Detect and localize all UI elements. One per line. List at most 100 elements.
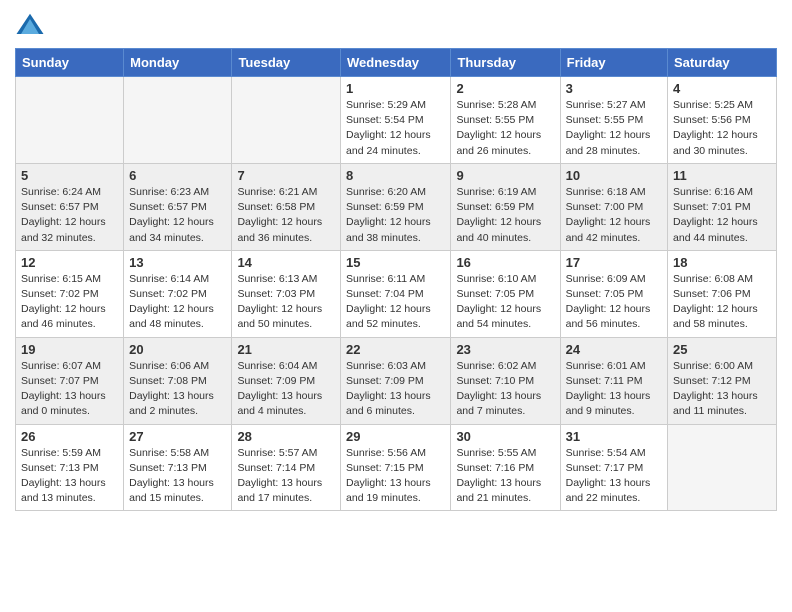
day-number: 13 [129, 255, 226, 270]
day-info: Sunrise: 6:03 AM Sunset: 7:09 PM Dayligh… [346, 359, 445, 420]
calendar-cell: 13 Sunrise: 6:14 AM Sunset: 7:02 PM Dayli… [124, 250, 232, 337]
calendar-cell: 31 Sunrise: 5:54 AM Sunset: 7:17 PM Dayli… [560, 424, 667, 511]
day-info: Sunrise: 5:57 AM Sunset: 7:14 PM Dayligh… [237, 446, 335, 507]
day-info: Sunrise: 6:00 AM Sunset: 7:12 PM Dayligh… [673, 359, 771, 420]
calendar-week-row: 12 Sunrise: 6:15 AM Sunset: 7:02 PM Dayli… [16, 250, 777, 337]
calendar-cell: 11 Sunrise: 6:16 AM Sunset: 7:01 PM Dayli… [668, 163, 777, 250]
calendar-cell: 17Sunrise: 6:09 AM Sunset: 7:05 PM Dayli… [560, 250, 667, 337]
calendar-cell: 9 Sunrise: 6:19 AM Sunset: 6:59 PM Daylig… [451, 163, 560, 250]
day-number: 6 [129, 168, 226, 183]
calendar-cell [668, 424, 777, 511]
day-info: Sunrise: 6:23 AM Sunset: 6:57 PM Dayligh… [129, 185, 226, 246]
calendar-cell [16, 77, 124, 164]
day-number: 22 [346, 342, 445, 357]
day-number: 9 [456, 168, 554, 183]
header-friday: Friday [560, 49, 667, 77]
calendar-cell: 18 Sunrise: 6:08 AM Sunset: 7:06 PM Dayli… [668, 250, 777, 337]
calendar-cell: 12 Sunrise: 6:15 AM Sunset: 7:02 PM Dayli… [16, 250, 124, 337]
calendar-cell: 3 Sunrise: 5:27 AM Sunset: 5:55 PM Daylig… [560, 77, 667, 164]
day-info: Sunrise: 6:18 AM Sunset: 7:00 PM Dayligh… [566, 185, 662, 246]
day-info: Sunrise: 6:10 AM Sunset: 7:05 PM Dayligh… [456, 272, 554, 333]
day-number: 16 [456, 255, 554, 270]
calendar-cell: 24 Sunrise: 6:01 AM Sunset: 7:11 PM Dayli… [560, 337, 667, 424]
calendar-cell [232, 77, 341, 164]
day-number: 10 [566, 168, 662, 183]
calendar-week-row: 19 Sunrise: 6:07 AM Sunset: 7:07 PM Dayli… [16, 337, 777, 424]
day-info: Sunrise: 5:25 AM Sunset: 5:56 PM Dayligh… [673, 98, 771, 159]
day-number: 18 [673, 255, 771, 270]
calendar-cell: 25 Sunrise: 6:00 AM Sunset: 7:12 PM Dayli… [668, 337, 777, 424]
calendar-cell [124, 77, 232, 164]
logo-icon [15, 10, 45, 40]
day-number: 19 [21, 342, 118, 357]
header-thursday: Thursday [451, 49, 560, 77]
calendar-cell: 20 Sunrise: 6:06 AM Sunset: 7:08 PM Dayli… [124, 337, 232, 424]
day-info: Sunrise: 6:01 AM Sunset: 7:11 PM Dayligh… [566, 359, 662, 420]
day-number: 2 [456, 81, 554, 96]
day-info: Sunrise: 6:16 AM Sunset: 7:01 PM Dayligh… [673, 185, 771, 246]
day-number: 12 [21, 255, 118, 270]
page-header [15, 10, 777, 40]
calendar-cell: 21Sunrise: 6:04 AM Sunset: 7:09 PM Dayli… [232, 337, 341, 424]
day-number: 29 [346, 429, 445, 444]
day-info: Sunrise: 6:08 AM Sunset: 7:06 PM Dayligh… [673, 272, 771, 333]
day-number: 25 [673, 342, 771, 357]
calendar-week-row: 5 Sunrise: 6:24 AM Sunset: 6:57 PM Daylig… [16, 163, 777, 250]
day-info: Sunrise: 6:20 AM Sunset: 6:59 PM Dayligh… [346, 185, 445, 246]
day-number: 15 [346, 255, 445, 270]
day-info: Sunrise: 6:07 AM Sunset: 7:07 PM Dayligh… [21, 359, 118, 420]
calendar-cell: 15 Sunrise: 6:11 AM Sunset: 7:04 PM Dayli… [341, 250, 451, 337]
header-saturday: Saturday [668, 49, 777, 77]
day-info: Sunrise: 6:02 AM Sunset: 7:10 PM Dayligh… [456, 359, 554, 420]
day-info: Sunrise: 5:59 AM Sunset: 7:13 PM Dayligh… [21, 446, 118, 507]
day-info: Sunrise: 6:13 AM Sunset: 7:03 PM Dayligh… [237, 272, 335, 333]
day-number: 11 [673, 168, 771, 183]
header-sunday: Sunday [16, 49, 124, 77]
day-info: Sunrise: 6:19 AM Sunset: 6:59 PM Dayligh… [456, 185, 554, 246]
day-number: 1 [346, 81, 445, 96]
day-info: Sunrise: 6:09 AM Sunset: 7:05 PM Dayligh… [566, 272, 662, 333]
calendar-cell: 10 Sunrise: 6:18 AM Sunset: 7:00 PM Dayli… [560, 163, 667, 250]
calendar-week-row: 26 Sunrise: 5:59 AM Sunset: 7:13 PM Dayli… [16, 424, 777, 511]
day-number: 3 [566, 81, 662, 96]
day-number: 30 [456, 429, 554, 444]
day-info: Sunrise: 5:56 AM Sunset: 7:15 PM Dayligh… [346, 446, 445, 507]
day-number: 14 [237, 255, 335, 270]
calendar-cell: 30Sunrise: 5:55 AM Sunset: 7:16 PM Dayli… [451, 424, 560, 511]
day-number: 7 [237, 168, 335, 183]
calendar-cell: 28 Sunrise: 5:57 AM Sunset: 7:14 PM Dayli… [232, 424, 341, 511]
day-number: 31 [566, 429, 662, 444]
day-info: Sunrise: 6:06 AM Sunset: 7:08 PM Dayligh… [129, 359, 226, 420]
day-info: Sunrise: 5:27 AM Sunset: 5:55 PM Dayligh… [566, 98, 662, 159]
calendar-cell: 27 Sunrise: 5:58 AM Sunset: 7:13 PM Dayli… [124, 424, 232, 511]
header-wednesday: Wednesday [341, 49, 451, 77]
day-info: Sunrise: 6:04 AM Sunset: 7:09 PM Dayligh… [237, 359, 335, 420]
day-info: Sunrise: 6:14 AM Sunset: 7:02 PM Dayligh… [129, 272, 226, 333]
day-number: 27 [129, 429, 226, 444]
day-info: Sunrise: 6:15 AM Sunset: 7:02 PM Dayligh… [21, 272, 118, 333]
day-number: 24 [566, 342, 662, 357]
day-info: Sunrise: 6:11 AM Sunset: 7:04 PM Dayligh… [346, 272, 445, 333]
logo [15, 10, 47, 40]
header-monday: Monday [124, 49, 232, 77]
day-number: 28 [237, 429, 335, 444]
day-number: 26 [21, 429, 118, 444]
day-info: Sunrise: 5:58 AM Sunset: 7:13 PM Dayligh… [129, 446, 226, 507]
calendar-week-row: 1Sunrise: 5:29 AM Sunset: 5:54 PM Daylig… [16, 77, 777, 164]
calendar-table: SundayMondayTuesdayWednesdayThursdayFrid… [15, 48, 777, 511]
day-info: Sunrise: 6:24 AM Sunset: 6:57 PM Dayligh… [21, 185, 118, 246]
calendar-cell: 29 Sunrise: 5:56 AM Sunset: 7:15 PM Dayli… [341, 424, 451, 511]
calendar-cell: 22 Sunrise: 6:03 AM Sunset: 7:09 PM Dayli… [341, 337, 451, 424]
calendar-cell: 4 Sunrise: 5:25 AM Sunset: 5:56 PM Daylig… [668, 77, 777, 164]
calendar-cell: 2 Sunrise: 5:28 AM Sunset: 5:55 PM Daylig… [451, 77, 560, 164]
day-number: 20 [129, 342, 226, 357]
day-info: Sunrise: 6:21 AM Sunset: 6:58 PM Dayligh… [237, 185, 335, 246]
day-number: 4 [673, 81, 771, 96]
day-number: 8 [346, 168, 445, 183]
calendar-cell: 1Sunrise: 5:29 AM Sunset: 5:54 PM Daylig… [341, 77, 451, 164]
calendar-cell: 6 Sunrise: 6:23 AM Sunset: 6:57 PM Daylig… [124, 163, 232, 250]
calendar-cell: 16 Sunrise: 6:10 AM Sunset: 7:05 PM Dayli… [451, 250, 560, 337]
day-number: 5 [21, 168, 118, 183]
day-info: Sunrise: 5:28 AM Sunset: 5:55 PM Dayligh… [456, 98, 554, 159]
day-info: Sunrise: 5:54 AM Sunset: 7:17 PM Dayligh… [566, 446, 662, 507]
